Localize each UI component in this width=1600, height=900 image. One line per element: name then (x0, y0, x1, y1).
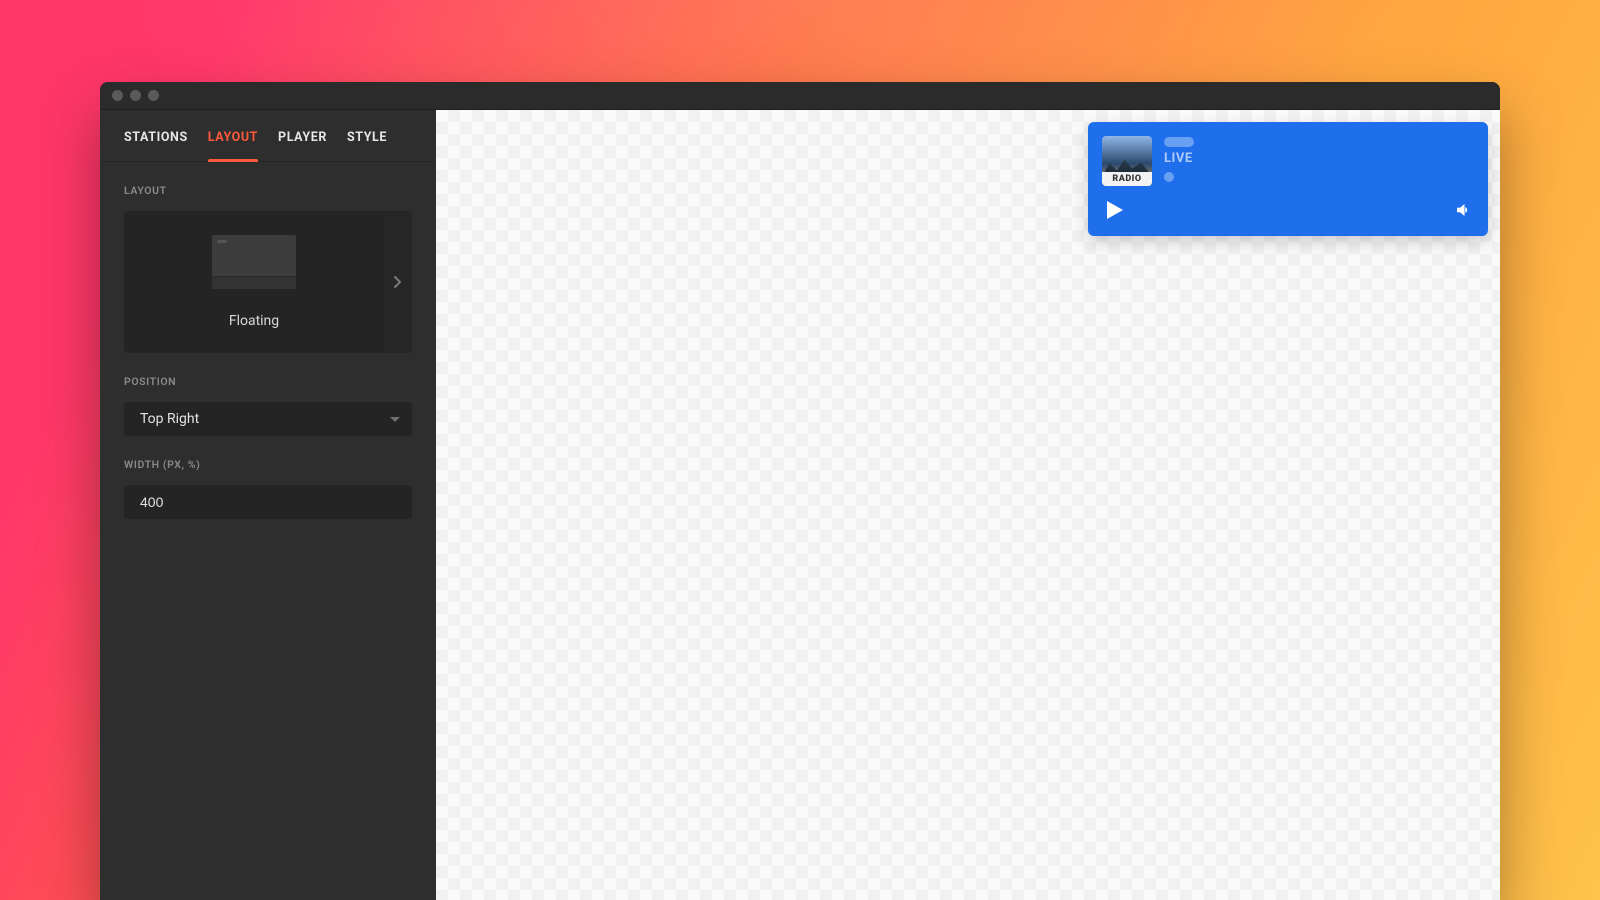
position-section-label: POSITION (124, 375, 412, 388)
width-input[interactable] (124, 485, 412, 519)
tab-style[interactable]: STYLE (347, 130, 387, 161)
section-width: WIDTH (PX, %) (100, 436, 436, 519)
window-titlebar (100, 82, 1500, 110)
position-select-value: Top Right (140, 411, 199, 427)
window-minimize-icon[interactable] (130, 90, 141, 101)
caret-down-icon (390, 417, 400, 422)
section-position: POSITION Top Right (100, 353, 436, 436)
layout-option-name: Floating (229, 313, 279, 329)
player-header: RADIO LIVE (1102, 136, 1472, 186)
layout-section-label: LAYOUT (124, 184, 412, 197)
position-select[interactable]: Top Right (124, 402, 412, 436)
section-layout: LAYOUT Floating (100, 162, 436, 353)
tab-layout[interactable]: LAYOUT (208, 130, 258, 161)
preview-canvas: RADIO LIVE (436, 110, 1500, 900)
play-icon (1102, 198, 1126, 222)
width-section-label: WIDTH (PX, %) (124, 458, 412, 471)
sidebar: STATIONS LAYOUT PLAYER STYLE LAYOUT (100, 110, 436, 900)
window-zoom-icon[interactable] (148, 90, 159, 101)
player-widget[interactable]: RADIO LIVE (1088, 122, 1488, 236)
station-subtitle-placeholder (1164, 172, 1174, 182)
content-area: STATIONS LAYOUT PLAYER STYLE LAYOUT (100, 110, 1500, 900)
app-window: STATIONS LAYOUT PLAYER STYLE LAYOUT (100, 82, 1500, 900)
live-indicator: LIVE (1164, 151, 1194, 166)
player-controls (1102, 198, 1472, 222)
chevron-right-icon (394, 276, 402, 288)
sidebar-tabs: STATIONS LAYOUT PLAYER STYLE (100, 110, 436, 162)
station-cover-art: RADIO (1102, 136, 1152, 186)
layout-picker: Floating (124, 211, 412, 353)
volume-icon (1454, 201, 1472, 219)
layout-option-floating[interactable]: Floating (124, 211, 384, 353)
layout-thumbnail-icon (212, 235, 296, 289)
layout-next-button[interactable] (384, 211, 412, 353)
volume-button[interactable] (1454, 201, 1472, 219)
play-button[interactable] (1102, 198, 1126, 222)
player-meta: LIVE (1164, 136, 1194, 182)
cover-art-label: RADIO (1102, 172, 1152, 186)
station-title-placeholder (1164, 137, 1194, 147)
window-close-icon[interactable] (112, 90, 123, 101)
tab-stations[interactable]: STATIONS (124, 130, 188, 161)
tab-player[interactable]: PLAYER (278, 130, 327, 161)
